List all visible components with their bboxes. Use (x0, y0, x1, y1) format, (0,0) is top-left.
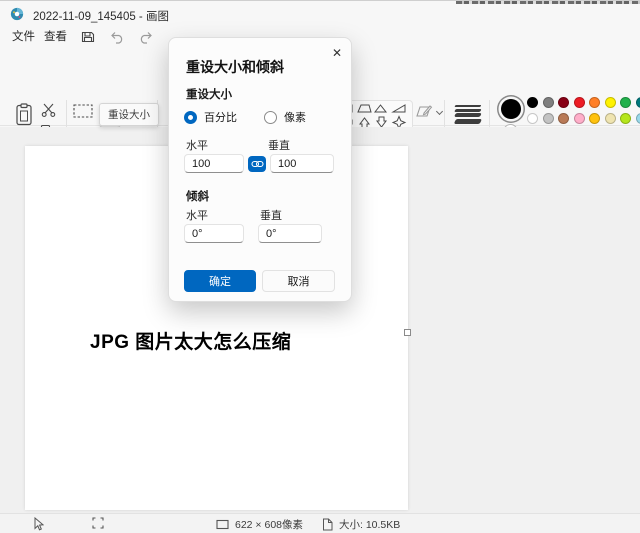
color-swatch[interactable] (589, 97, 600, 108)
color-swatch[interactable] (620, 113, 631, 124)
close-icon: ✕ (332, 46, 342, 60)
cut-icon (41, 103, 56, 117)
canvas-text: JPG 图片太大怎么压缩 (90, 327, 291, 354)
canvas-size-icon (216, 519, 229, 530)
color-swatch[interactable] (589, 113, 600, 124)
redo-icon (138, 31, 153, 44)
radio-percent[interactable]: 百分比 (184, 109, 237, 125)
redo-button[interactable] (136, 29, 154, 45)
select-button[interactable] (73, 104, 93, 118)
radio-pixels-label: 像素 (284, 109, 306, 125)
color-swatch[interactable] (605, 97, 616, 108)
resize-horizontal-input[interactable] (184, 154, 244, 173)
menu-file[interactable]: 文件 (8, 28, 39, 46)
palette-palette_row1 (527, 97, 640, 108)
outline-icon (415, 104, 433, 119)
ok-button-label: 确定 (209, 273, 231, 289)
radio-percent-icon (184, 111, 197, 124)
pointer-icon (33, 517, 44, 531)
file-size: 大小: 10.5KB (322, 517, 400, 532)
cut-button[interactable] (40, 103, 56, 117)
color-swatch[interactable] (574, 113, 585, 124)
color-swatch[interactable] (558, 97, 569, 108)
stroke-size-button[interactable] (455, 103, 481, 125)
outline-button[interactable] (415, 104, 433, 119)
cropped-content-strip (456, 1, 640, 4)
radio-percent-label: 百分比 (204, 109, 237, 125)
color-swatch[interactable] (527, 113, 538, 124)
skew-section-label: 倾斜 (186, 188, 209, 204)
paint-window: 2022-11-09_145405 - 画图 文件 查看 (0, 0, 640, 533)
selection-corners-icon (92, 517, 104, 529)
color-swatch[interactable] (543, 97, 554, 108)
undo-icon (110, 31, 125, 44)
color1-swatch[interactable] (501, 99, 521, 119)
canvas-resize-handle[interactable] (404, 329, 411, 336)
radio-pixels[interactable]: 像素 (264, 109, 306, 125)
file-icon (322, 518, 333, 531)
shape-triangle-icon (375, 105, 386, 112)
cursor-position-indicator (33, 517, 44, 531)
resize-tooltip: 重设大小 (99, 103, 159, 126)
shape-arrow-down-icon (377, 117, 386, 127)
color-swatch[interactable] (605, 113, 616, 124)
resize-horizontal-label: 水平 (186, 137, 208, 153)
skew-vertical-label: 垂直 (260, 207, 282, 223)
save-icon (81, 30, 95, 44)
maintain-aspect-ratio-button[interactable] (248, 156, 266, 172)
undo-button[interactable] (108, 29, 126, 45)
shape-right-triangle-icon (393, 105, 405, 112)
resize-vertical-input[interactable] (270, 154, 334, 173)
titlebar: 2022-11-09_145405 - 画图 (0, 1, 640, 27)
color-swatch[interactable] (558, 113, 569, 124)
save-button[interactable] (79, 29, 97, 45)
cancel-button[interactable]: 取消 (262, 270, 335, 292)
radio-pixels-icon (264, 111, 277, 124)
selection-size-indicator (92, 517, 104, 529)
canvas-dimensions-text: 622 × 608像素 (235, 517, 303, 532)
ok-button[interactable]: 确定 (184, 270, 256, 292)
link-icon (251, 159, 264, 169)
cancel-button-label: 取消 (288, 273, 310, 289)
statusbar: 622 × 608像素 大小: 10.5KB (0, 513, 640, 533)
color-swatch[interactable] (620, 97, 631, 108)
canvas-dimensions: 622 × 608像素 (216, 517, 303, 532)
resize-vertical-label: 垂直 (268, 137, 290, 153)
color-swatch[interactable] (527, 97, 538, 108)
resize-skew-dialog: ✕ 重设大小和倾斜 重设大小 百分比 像素 水平 垂直 倾斜 水平 垂直 确定 (168, 37, 352, 302)
menu-view[interactable]: 查看 (40, 28, 71, 46)
color-swatch[interactable] (636, 113, 640, 124)
shape-polygon-icon (358, 105, 371, 112)
dialog-close-button[interactable]: ✕ (329, 46, 345, 62)
outline-dropdown-chevron-icon[interactable] (436, 108, 443, 115)
color-swatch[interactable] (543, 113, 554, 124)
dialog-title: 重设大小和倾斜 (186, 57, 284, 77)
paint-logo-icon (10, 7, 24, 21)
skew-horizontal-input[interactable] (184, 224, 244, 243)
select-icon (73, 104, 93, 118)
paste-icon (14, 103, 34, 127)
color-swatch[interactable] (636, 97, 640, 108)
paste-button[interactable] (12, 103, 36, 127)
stroke-size-icon (455, 105, 482, 107)
skew-horizontal-label: 水平 (186, 207, 208, 223)
palette-palette_row2 (527, 113, 640, 124)
window-title: 2022-11-09_145405 - 画图 (33, 8, 169, 24)
skew-vertical-input[interactable] (258, 224, 322, 243)
file-size-text: 大小: 10.5KB (339, 517, 400, 532)
color-swatch[interactable] (574, 97, 585, 108)
resize-section-label: 重设大小 (186, 86, 232, 102)
